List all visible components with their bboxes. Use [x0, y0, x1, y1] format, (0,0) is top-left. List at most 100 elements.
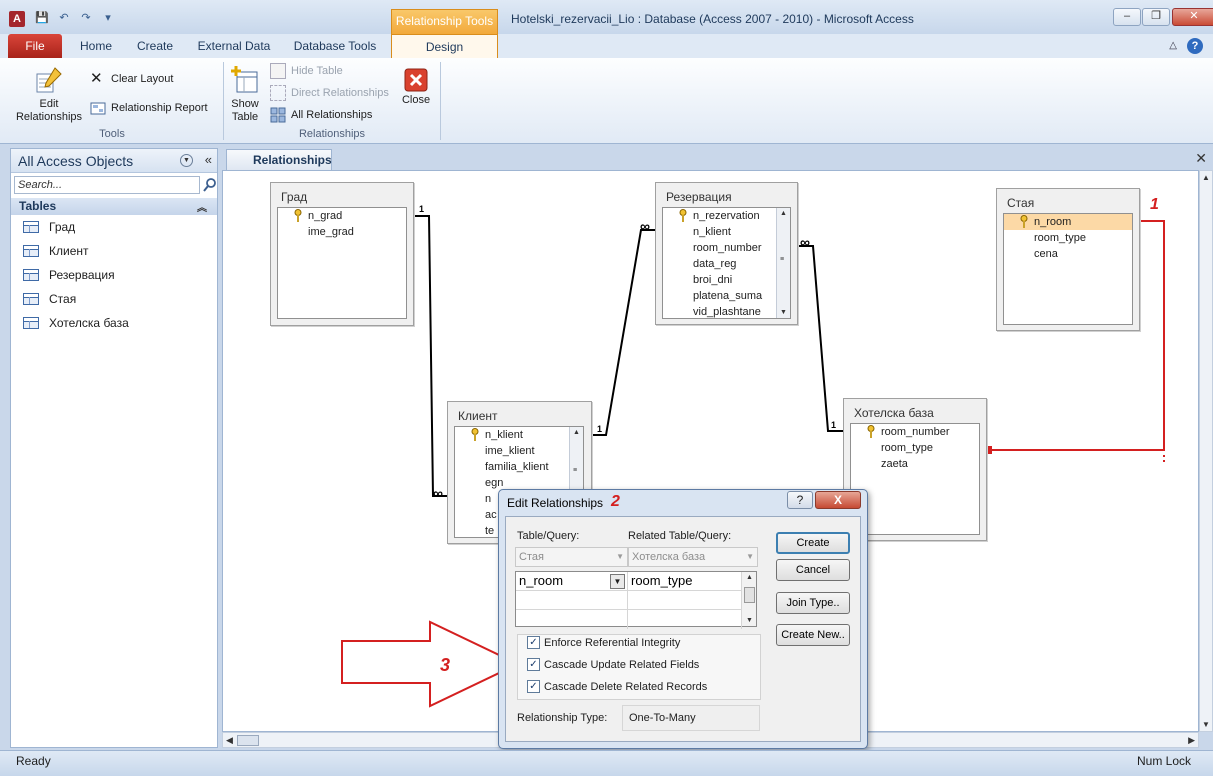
customize-qat-icon[interactable]: ▾	[100, 10, 116, 26]
vertical-scrollbar[interactable]: ▲ ▼	[1199, 170, 1213, 732]
field-row-selected[interactable]: n_room	[1004, 214, 1132, 230]
nav-title[interactable]: All Access Objects	[18, 153, 133, 169]
cascade-delete-checkbox[interactable]: ✓ Cascade Delete Related Records	[527, 680, 707, 693]
field-row[interactable]: n_klient	[663, 224, 790, 240]
hide-table-label: Hide Table	[291, 65, 343, 77]
close-relationships-button[interactable]: Close	[398, 68, 434, 107]
all-relationships-button[interactable]: All Relationships	[270, 107, 372, 123]
shutter-bar-icon[interactable]: «	[205, 152, 212, 167]
empty-grid-cell[interactable]	[628, 610, 742, 629]
field-row[interactable]: data_reg	[663, 256, 790, 272]
tab-external-data[interactable]: External Data	[192, 34, 276, 58]
field-row[interactable]: n_klient	[455, 427, 583, 443]
scroll-thumb[interactable]	[237, 735, 259, 746]
restore-button[interactable]: ❐	[1142, 8, 1170, 26]
nav-item-hotelska-baza[interactable]: Хотелска база	[23, 313, 129, 333]
right-field-cell[interactable]: room_type	[628, 572, 742, 591]
title-bar: A 💾 ↶ ↷ ▾ Relationship Tools Hotelski_re…	[0, 0, 1213, 34]
enforce-integrity-checkbox[interactable]: ✓ Enforce Referential Integrity	[527, 636, 680, 649]
field-row[interactable]: broi_dni	[663, 272, 790, 288]
tab-file[interactable]: File	[8, 34, 62, 58]
table-icon	[23, 269, 39, 281]
create-new-button[interactable]: Create New..	[776, 624, 850, 646]
close-document-icon[interactable]: ✕	[1195, 150, 1207, 167]
collapse-group-icon[interactable]: ︽	[197, 199, 207, 214]
field-row[interactable]: familia_klient	[455, 459, 583, 475]
tab-relationships[interactable]: Relationships	[226, 149, 332, 170]
save-icon[interactable]: 💾	[34, 10, 50, 26]
left-field-dropdown-icon[interactable]: ▼	[610, 574, 625, 589]
scroll-left-icon[interactable]: ◀	[226, 735, 233, 746]
table-box-grad[interactable]: Град n_grad ime_grad	[270, 182, 414, 326]
field-row[interactable]: n_rezervation	[663, 208, 790, 224]
minimize-button[interactable]: –	[1113, 8, 1141, 26]
hide-table-button[interactable]: Hide Table	[270, 63, 343, 79]
dialog-help-button[interactable]: ?	[787, 491, 813, 509]
show-table-label: Show Table	[231, 98, 259, 123]
help-icon[interactable]: ?	[1187, 38, 1203, 54]
redo-icon[interactable]: ↷	[78, 10, 94, 26]
navigation-pane: All Access Objects ▼ « Search... Tables …	[10, 148, 218, 748]
nav-item-rezervacia[interactable]: Резервация	[23, 265, 115, 285]
join-type-button[interactable]: Join Type..	[776, 592, 850, 614]
field-row[interactable]: room_type	[1004, 230, 1132, 246]
annotation-number-3: 3	[440, 655, 451, 675]
tab-create[interactable]: Create	[130, 34, 180, 58]
empty-grid-cell[interactable]	[516, 591, 628, 610]
search-icon[interactable]	[203, 177, 217, 193]
cancel-button[interactable]: Cancel	[776, 559, 850, 581]
related-table-select[interactable]: Хотелска база ▼	[628, 547, 758, 567]
scroll-up-icon[interactable]: ▲	[1202, 173, 1210, 182]
field-row[interactable]: vid_plashtane	[663, 304, 790, 318]
nav-search-input[interactable]: Search...	[14, 176, 200, 194]
clear-layout-button[interactable]: ✕ Clear Layout	[90, 71, 173, 87]
table-query-value: Стая	[519, 551, 544, 563]
checkbox-checked[interactable]: ✓	[527, 658, 540, 671]
tab-database-tools[interactable]: Database Tools	[288, 34, 382, 58]
scroll-down-icon[interactable]: ▼	[1202, 720, 1210, 729]
show-table-button[interactable]: Show Table	[226, 64, 264, 124]
nav-item-klient[interactable]: Клиент	[23, 241, 89, 261]
create-button[interactable]: Create	[776, 532, 850, 554]
field-row[interactable]: platena_suma	[663, 288, 790, 304]
table-title: Резервация	[666, 190, 732, 204]
field-name: n_grad	[308, 210, 343, 222]
undo-icon[interactable]: ↶	[56, 10, 72, 26]
relationship-report-button[interactable]: Relationship Report	[90, 100, 208, 116]
tab-home[interactable]: Home	[72, 34, 120, 58]
key-icon	[679, 209, 687, 222]
field-row[interactable]: room_number	[851, 424, 979, 440]
field-row[interactable]: room_number	[663, 240, 790, 256]
field-row[interactable]: zaeta	[851, 456, 979, 472]
nav-item-grad[interactable]: Град	[23, 217, 75, 237]
tab-design[interactable]: Design	[391, 34, 498, 58]
empty-grid-cell[interactable]	[628, 591, 742, 610]
checkbox-checked[interactable]: ✓	[527, 636, 540, 649]
table-box-staya[interactable]: Стая n_room room_type cena	[996, 188, 1140, 331]
rel-many-label: ∞	[433, 485, 443, 501]
table-box-rezervacia[interactable]: Резервация n_rezervation n_klient room_n…	[655, 182, 798, 325]
field-row[interactable]: ime_klient	[455, 443, 583, 459]
nav-dropdown-icon[interactable]: ▼	[180, 154, 193, 167]
checkbox-checked[interactable]: ✓	[527, 680, 540, 693]
field-name: familia_klient	[485, 461, 549, 473]
nav-group-tables[interactable]: Tables ︽	[11, 198, 217, 215]
edit-relationships-button[interactable]: Edit Relationships	[10, 64, 88, 124]
field-row[interactable]: ime_grad	[278, 224, 406, 240]
access-app-icon[interactable]: A	[9, 11, 25, 27]
field-row[interactable]: n_grad	[278, 208, 406, 224]
direct-relationships-button[interactable]: Direct Relationships	[270, 85, 389, 101]
cascade-update-checkbox[interactable]: ✓ Cascade Update Related Fields	[527, 658, 699, 671]
close-window-button[interactable]: ✕	[1172, 8, 1213, 26]
relationships-group-label: Relationships	[298, 128, 366, 140]
field-row[interactable]: cena	[1004, 246, 1132, 262]
scroll-right-icon[interactable]: ▶	[1188, 735, 1195, 746]
table-query-select[interactable]: Стая ▼	[515, 547, 628, 567]
grid-scrollbar[interactable]: ▲ ▼	[741, 572, 756, 626]
table-scrollbar[interactable]: ▲ ≡ ▼	[776, 208, 790, 318]
dialog-close-button[interactable]: X	[815, 491, 861, 509]
nav-item-staya[interactable]: Стая	[23, 289, 76, 309]
empty-grid-cell[interactable]	[516, 610, 628, 629]
minimize-ribbon-icon[interactable]: △	[1169, 38, 1177, 54]
field-row[interactable]: room_type	[851, 440, 979, 456]
